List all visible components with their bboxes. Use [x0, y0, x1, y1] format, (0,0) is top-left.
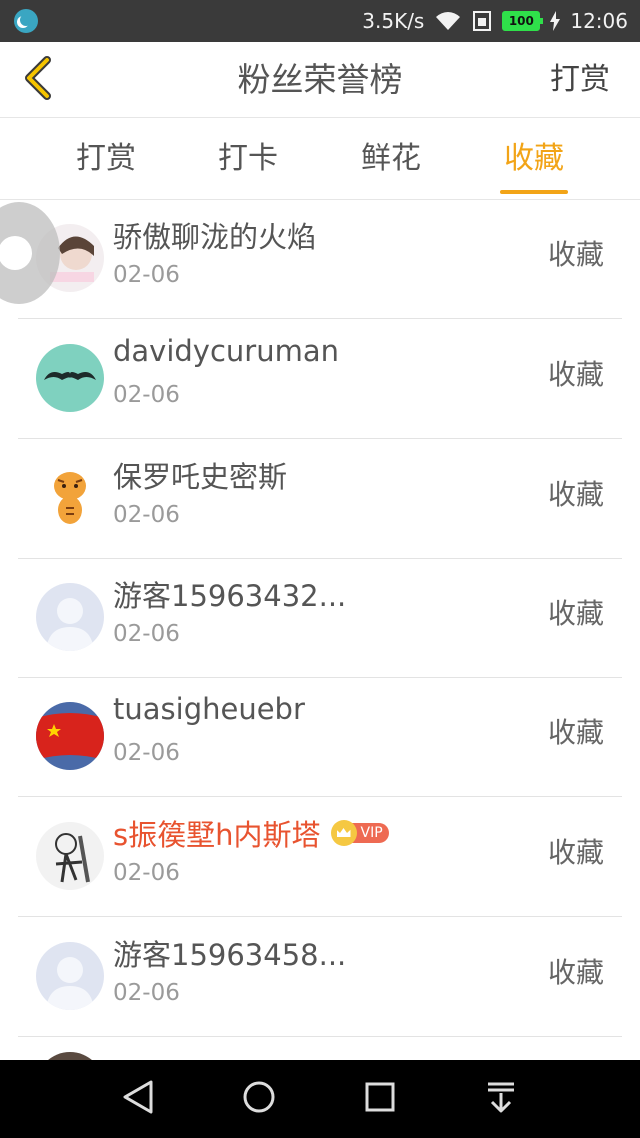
date: 02-06 — [113, 382, 180, 408]
date: 02-06 — [113, 980, 180, 1006]
list-item[interactable]: davidycuruman 02-06 收藏 — [0, 320, 640, 439]
vip-badge: VIP — [330, 820, 389, 846]
sketch-avatar — [36, 822, 104, 890]
user-name: 骄傲聊泷的火焰 — [113, 214, 316, 256]
clock: 12:06 — [570, 9, 628, 33]
user-name-text: davidycuruman — [113, 334, 339, 368]
user-name: 保罗吒史密斯 — [113, 454, 287, 496]
date: 02-06 — [113, 262, 180, 288]
list-item[interactable]: 骄傲聊泷的火焰 02-06 收藏 — [0, 200, 640, 319]
date: 02-06 — [113, 860, 180, 886]
navigation-bar — [0, 1060, 640, 1138]
avatar — [36, 1052, 104, 1060]
divider — [18, 318, 622, 319]
header: 粉丝荣誉榜 打赏 — [0, 42, 640, 118]
nav-recents-button[interactable] — [360, 1079, 400, 1119]
flag-avatar — [36, 702, 104, 770]
status-bar: 3.5K/s 100 12:06 — [0, 0, 640, 42]
list-item[interactable]: tuasigheuebr 02-06 收藏 — [0, 678, 640, 797]
date: 02-06 — [113, 740, 180, 766]
user-name: s振篌墅h内斯塔 VIP — [113, 812, 389, 854]
default-user-avatar — [36, 583, 104, 651]
list-item[interactable]: 游客15963432... 02-06 收藏 — [0, 559, 640, 678]
tiger-avatar — [36, 464, 104, 532]
date: 02-06 — [113, 621, 180, 647]
nav-home-button[interactable] — [239, 1079, 279, 1119]
mustache-avatar — [36, 344, 104, 412]
user-name-text: s振篌墅h内斯塔 — [113, 818, 321, 852]
user-name: tuasigheuebr — [113, 692, 305, 726]
date: 02-06 — [113, 502, 180, 528]
page-title: 粉丝荣誉榜 — [237, 60, 403, 99]
default-user-avatar — [36, 942, 104, 1010]
fan-list: 骄傲聊泷的火焰 02-06 收藏 davidycuruman 02-06 收藏 … — [0, 200, 640, 1060]
back-button[interactable] — [10, 52, 66, 108]
divider — [18, 796, 622, 797]
tab-flowers[interactable]: 鲜花 — [341, 118, 441, 200]
action-label: 收藏 — [547, 597, 604, 630]
tab-label: 鲜花 — [361, 141, 421, 176]
divider — [18, 1036, 622, 1037]
tab-reward[interactable]: 打赏 — [56, 118, 156, 200]
action-label: 收藏 — [547, 478, 604, 511]
action-label: 收藏 — [547, 836, 604, 869]
reward-button[interactable]: 打赏 — [550, 42, 610, 118]
user-name: 游客15963458... — [113, 932, 346, 974]
list-item[interactable]: 游客15963458... 02-06 收藏 — [0, 918, 640, 1037]
tab-favorites[interactable]: 收藏 — [484, 118, 584, 200]
list-item-partial[interactable] — [0, 1038, 640, 1060]
pull-down-icon — [483, 1079, 519, 1119]
user-name-text: 骄傲聊泷的火焰 — [113, 220, 317, 254]
tab-bar: 打赏 打卡 鲜花 收藏 — [0, 118, 640, 200]
nav-back-button[interactable] — [118, 1079, 158, 1119]
app-notification-icon — [14, 9, 38, 33]
user-name: 游客15963432... — [113, 573, 346, 615]
battery-icon: 100 — [502, 11, 544, 31]
tab-label: 收藏 — [504, 141, 564, 176]
user-name-text: tuasigheuebr — [113, 692, 305, 726]
wifi-icon — [434, 10, 462, 32]
action-label: 收藏 — [547, 716, 604, 749]
action-label: 收藏 — [547, 358, 604, 391]
sim-icon — [472, 10, 492, 32]
chevron-left-icon — [23, 56, 53, 104]
tab-label: 打卡 — [218, 141, 278, 176]
divider — [18, 438, 622, 439]
circle-home-icon — [241, 1079, 277, 1119]
user-name: davidycuruman — [113, 334, 339, 368]
action-label: 收藏 — [547, 238, 604, 271]
action-label: 收藏 — [547, 956, 604, 989]
crown-icon — [330, 820, 357, 846]
status-bar-right: 3.5K/s 100 12:06 — [362, 0, 628, 42]
user-name-text: 保罗吒史密斯 — [113, 460, 288, 494]
square-recents-icon — [363, 1080, 397, 1118]
user-name-text: 游客15963432... — [113, 579, 347, 613]
tab-label: 打赏 — [76, 141, 136, 176]
net-speed: 3.5K/s — [362, 9, 425, 33]
nav-notification-button[interactable] — [481, 1079, 521, 1119]
triangle-back-icon — [121, 1079, 155, 1119]
tab-indicator — [500, 190, 568, 194]
list-item[interactable]: 保罗吒史密斯 02-06 收藏 — [0, 440, 640, 559]
tab-checkin[interactable]: 打卡 — [198, 118, 298, 200]
user-name-text: 游客15963458... — [113, 938, 347, 972]
charging-icon — [550, 11, 561, 31]
list-item[interactable]: s振篌墅h内斯塔 VIP 02-06 收藏 — [0, 798, 640, 917]
divider — [18, 916, 622, 917]
